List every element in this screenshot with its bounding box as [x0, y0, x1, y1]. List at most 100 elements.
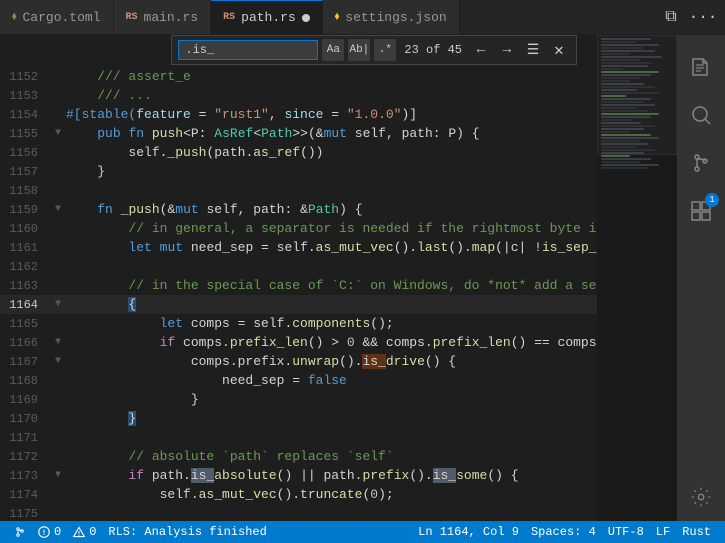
json-icon: ⬧: [335, 11, 340, 23]
line-number-1173: 1173: [0, 469, 50, 483]
line-content-1152: /// assert_e: [66, 69, 191, 84]
split-editor-button[interactable]: ⧉: [657, 3, 685, 31]
line-content-1155: pub fn push<P: AsRef<Path>>(&mut self, p…: [66, 126, 480, 141]
error-count: 0: [54, 525, 61, 539]
code-line-1172: 1172 // absolute `path` replaces `self`: [0, 447, 597, 466]
more-actions-button[interactable]: ···: [689, 3, 717, 31]
rls-label: RLS: Analysis finished: [108, 525, 266, 539]
find-input[interactable]: [178, 40, 318, 60]
fold-icon-1173[interactable]: ▼: [50, 470, 66, 481]
line-number-1159: 1159: [0, 203, 50, 217]
tab-main-label: main.rs: [144, 10, 199, 25]
status-warnings[interactable]: 0: [67, 521, 102, 543]
code-line-1160: 1160 // in general, a separator is neede…: [0, 219, 597, 238]
fold-icon-1159[interactable]: ▼: [50, 204, 66, 215]
activity-item-files[interactable]: [677, 43, 725, 91]
code-line-1164: 1164 ▼ {: [0, 295, 597, 314]
code-line-1169: 1169 }: [0, 390, 597, 409]
code-line-1170: 1170 }: [0, 409, 597, 428]
status-encoding[interactable]: UTF-8: [602, 525, 650, 539]
code-editor[interactable]: 1152 /// assert_e 1153 /// ... 1154 #[st…: [0, 35, 597, 521]
tab-main[interactable]: RS main.rs: [114, 0, 212, 34]
fold-icon-1155[interactable]: ▼: [50, 128, 66, 139]
match-whole-word-button[interactable]: Ab|: [348, 39, 370, 61]
extensions-badge: 1: [705, 193, 719, 207]
fold-icon-1164[interactable]: ▼: [50, 299, 66, 310]
minimap-content: [597, 35, 677, 172]
use-regex-button[interactable]: .*: [374, 39, 396, 61]
status-spaces[interactable]: Spaces: 4: [525, 525, 602, 539]
tab-cargo[interactable]: ⬧ Cargo.toml: [0, 0, 114, 34]
status-language[interactable]: Rust: [676, 525, 717, 539]
line-number-1152: 1152: [0, 70, 50, 84]
search-icon: [689, 103, 713, 127]
find-in-selection-button[interactable]: ☰: [522, 39, 544, 61]
code-line-1153: 1153 /// ...: [0, 86, 597, 105]
line-ending-label: LF: [656, 525, 670, 539]
tab-path[interactable]: RS path.rs: [211, 0, 323, 34]
line-number-1171: 1171: [0, 431, 50, 445]
line-number-1170: 1170: [0, 412, 50, 426]
line-number-1160: 1160: [0, 222, 50, 236]
tab-modified-dot: [302, 14, 310, 22]
activity-item-extensions[interactable]: 1: [677, 187, 725, 235]
line-number-1156: 1156: [0, 146, 50, 160]
tab-settings[interactable]: ⬧ settings.json: [323, 0, 460, 34]
tab-path-label: path.rs: [241, 10, 296, 25]
find-prev-button[interactable]: ←: [470, 39, 492, 61]
error-icon: [38, 526, 50, 538]
line-number-1154: 1154: [0, 108, 50, 122]
code-line-1166: 1166 ▼ if comps.prefix_len() > 0 && comp…: [0, 333, 597, 352]
line-content-1157: }: [66, 164, 105, 179]
language-label: Rust: [682, 525, 711, 539]
fold-icon-1166[interactable]: ▼: [50, 337, 66, 348]
code-line-1158: 1158: [0, 181, 597, 200]
line-number-1168: 1168: [0, 374, 50, 388]
branch-icon: [14, 526, 26, 538]
code-line-1163: 1163 // in the special case of `C:` on W…: [0, 276, 597, 295]
warning-count: 0: [89, 525, 96, 539]
minimap[interactable]: [597, 35, 677, 521]
line-content-1160: // in general, a separator is needed if …: [66, 221, 597, 236]
match-case-button[interactable]: Aa: [322, 39, 344, 61]
line-content-1172: // absolute `path` replaces `self`: [66, 449, 394, 464]
fold-icon-1167[interactable]: ▼: [50, 356, 66, 367]
code-line-1157: 1157 }: [0, 162, 597, 181]
find-close-button[interactable]: ✕: [548, 39, 570, 61]
activity-item-source-control[interactable]: [677, 139, 725, 187]
toml-icon: ⬧: [12, 11, 17, 23]
code-line-1174: 1174 self.as_mut_vec().truncate(0);: [0, 485, 597, 504]
line-content-1159: fn _push(&mut self, path: &Path) {: [66, 202, 363, 217]
status-rls[interactable]: RLS: Analysis finished: [102, 521, 272, 543]
rs-icon-main: RS: [126, 12, 138, 23]
line-number-1158: 1158: [0, 184, 50, 198]
code-line-1165: 1165 let comps = self.components();: [0, 314, 597, 333]
find-bar: Aa Ab| .* 23 of 45 ← → ☰ ✕: [171, 35, 577, 65]
status-position[interactable]: Ln 1164, Col 9: [412, 525, 525, 539]
tab-settings-label: settings.json: [345, 10, 446, 25]
encoding-label: UTF-8: [608, 525, 644, 539]
status-line-ending[interactable]: LF: [650, 525, 676, 539]
code-line-1156: 1156 self._push(path.as_ref()): [0, 143, 597, 162]
status-branch[interactable]: [8, 521, 32, 543]
line-number-1164: 1164: [0, 298, 50, 312]
warning-icon: [73, 526, 85, 538]
find-next-button[interactable]: →: [496, 39, 518, 61]
find-count: 23 of 45: [400, 43, 466, 57]
line-content-1156: self._push(path.as_ref()): [66, 145, 323, 160]
line-content-1164: {: [66, 297, 136, 312]
line-content-1153: /// ...: [66, 88, 152, 103]
line-content-1173: if path.is_absolute() || path.prefix().i…: [66, 468, 519, 483]
code-line-1173: 1173 ▼ if path.is_absolute() || path.pre…: [0, 466, 597, 485]
line-content-1167: comps.prefix.unwrap().is_drive() {: [66, 354, 456, 369]
activity-item-settings[interactable]: [677, 473, 725, 521]
line-content-1154: #[stable(feature = "rust1", since = "1.0…: [66, 107, 417, 122]
settings-gear-icon: [690, 486, 712, 508]
activity-item-search[interactable]: [677, 91, 725, 139]
line-number-1172: 1172: [0, 450, 50, 464]
code-line-1161: 1161 let mut need_sep = self.as_mut_vec(…: [0, 238, 597, 257]
status-errors[interactable]: 0: [32, 521, 67, 543]
line-number-1161: 1161: [0, 241, 50, 255]
line-content-1166: if comps.prefix_len() > 0 && comps.prefi…: [66, 335, 597, 350]
code-line-1154: 1154 #[stable(feature = "rust1", since =…: [0, 105, 597, 124]
